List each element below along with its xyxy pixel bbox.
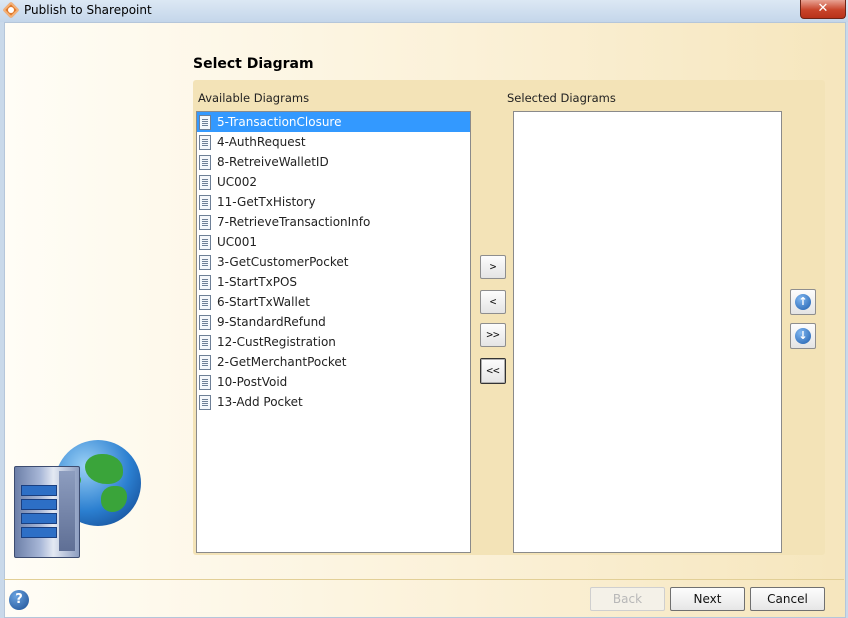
- list-item-label: UC001: [217, 235, 258, 249]
- remove-all-button[interactable]: <<: [480, 358, 506, 384]
- globe-land: [85, 454, 123, 484]
- list-item-label: 5-TransactionClosure: [217, 115, 342, 129]
- list-item[interactable]: UC001: [197, 232, 470, 252]
- globe-land: [101, 486, 127, 512]
- document-icon: [199, 255, 211, 270]
- list-item[interactable]: 7-RetrieveTransactionInfo: [197, 212, 470, 232]
- list-item-label: 3-GetCustomerPocket: [217, 255, 349, 269]
- selected-diagrams-list[interactable]: [513, 111, 782, 553]
- list-item-label: 1-StartTxPOS: [217, 275, 298, 289]
- document-icon: [199, 115, 211, 130]
- document-icon: [199, 195, 211, 210]
- list-item[interactable]: 8-RetreiveWalletID: [197, 152, 470, 172]
- list-item-label: 12-CustRegistration: [217, 335, 336, 349]
- list-item-label: 11-GetTxHistory: [217, 195, 316, 209]
- available-diagrams-list[interactable]: 5-TransactionClosure 4-AuthRequest 8-Retre…: [196, 111, 471, 553]
- document-icon: [199, 235, 211, 250]
- list-item[interactable]: 6-StartTxWallet: [197, 292, 470, 312]
- document-icon: [199, 175, 211, 190]
- list-item-label: 4-AuthRequest: [217, 135, 306, 149]
- page-title: Select Diagram: [193, 56, 314, 72]
- move-up-button[interactable]: ↑: [790, 289, 816, 315]
- document-icon: [199, 275, 211, 290]
- remove-button[interactable]: <: [480, 290, 506, 314]
- selected-diagrams-label: Selected Diagrams: [507, 91, 616, 105]
- list-item[interactable]: 2-GetMerchantPocket: [197, 352, 470, 372]
- list-item[interactable]: 5-TransactionClosure: [197, 112, 470, 132]
- list-item[interactable]: 4-AuthRequest: [197, 132, 470, 152]
- document-icon: [199, 215, 211, 230]
- list-item-label: 2-GetMerchantPocket: [217, 355, 347, 369]
- document-icon: [199, 295, 211, 310]
- server-bay: [21, 527, 57, 538]
- server-bay: [21, 485, 57, 496]
- list-item-label: UC002: [217, 175, 258, 189]
- move-down-button[interactable]: ↓: [790, 323, 816, 349]
- list-item-label: 13-Add Pocket: [217, 395, 303, 409]
- list-item[interactable]: 13-Add Pocket: [197, 392, 470, 412]
- window-title: Publish to Sharepoint: [24, 3, 152, 17]
- document-icon: [199, 155, 211, 170]
- back-button[interactable]: Back: [590, 587, 665, 611]
- footer-divider: [4, 579, 844, 580]
- list-item-label: 6-StartTxWallet: [217, 295, 310, 309]
- help-icon[interactable]: ?: [9, 590, 29, 610]
- next-button[interactable]: Next: [670, 587, 745, 611]
- list-item[interactable]: 10-PostVoid: [197, 372, 470, 392]
- list-item[interactable]: UC002: [197, 172, 470, 192]
- document-icon: [199, 375, 211, 390]
- list-item[interactable]: 9-StandardRefund: [197, 312, 470, 332]
- list-item[interactable]: 3-GetCustomerPocket: [197, 252, 470, 272]
- available-diagrams-label: Available Diagrams: [198, 91, 310, 105]
- add-all-button[interactable]: >>: [480, 323, 506, 347]
- list-item[interactable]: 1-StartTxPOS: [197, 272, 470, 292]
- cancel-button[interactable]: Cancel: [750, 587, 825, 611]
- arrow-down-icon: ↓: [795, 328, 811, 344]
- app-logo-icon: [2, 1, 20, 19]
- list-item-label: 10-PostVoid: [217, 375, 288, 389]
- server-icon: [14, 466, 80, 558]
- list-item-label: 8-RetreiveWalletID: [217, 155, 329, 169]
- document-icon: [199, 315, 211, 330]
- server-bay: [21, 513, 57, 524]
- list-item-label: 9-StandardRefund: [217, 315, 326, 329]
- document-icon: [199, 335, 211, 350]
- document-icon: [199, 135, 211, 150]
- document-icon: [199, 395, 211, 410]
- arrow-up-icon: ↑: [795, 294, 811, 310]
- server-side: [59, 471, 75, 551]
- document-icon: [199, 355, 211, 370]
- list-item[interactable]: 11-GetTxHistory: [197, 192, 470, 212]
- list-item[interactable]: 12-CustRegistration: [197, 332, 470, 352]
- add-button[interactable]: >: [480, 255, 506, 279]
- title-bar: Publish to Sharepoint ✕: [0, 0, 848, 22]
- list-item-label: 7-RetrieveTransactionInfo: [217, 215, 371, 229]
- server-bay: [21, 499, 57, 510]
- close-button[interactable]: ✕: [800, 0, 846, 19]
